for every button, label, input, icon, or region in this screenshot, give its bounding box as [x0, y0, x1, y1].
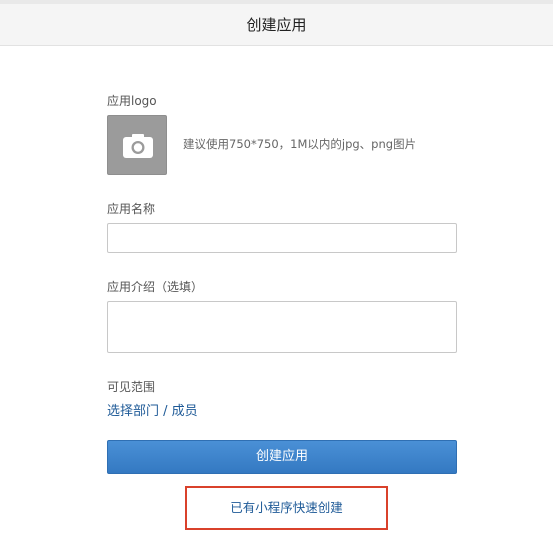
- logo-upload-button[interactable]: [107, 115, 167, 175]
- create-app-page: 创建应用 应用logo 建议使用750*750，1M以内的jpg、png图片 应…: [0, 0, 553, 555]
- app-description-label: 应用介绍（选填）: [107, 280, 204, 294]
- camera-icon: [123, 134, 153, 158]
- logo-hint: 建议使用750*750，1M以内的jpg、png图片: [183, 137, 417, 151]
- quick-create-miniapp-link[interactable]: 已有小程序快速创建: [187, 488, 386, 528]
- create-app-button[interactable]: 创建应用: [107, 440, 457, 474]
- visibility-label: 可见范围: [107, 380, 156, 394]
- logo-label: 应用logo: [107, 94, 157, 108]
- app-name-input[interactable]: [107, 223, 457, 253]
- miniapp-highlight-box: 已有小程序快速创建: [185, 486, 388, 530]
- page-title: 创建应用: [246, 16, 307, 34]
- select-members-link[interactable]: 选择部门 / 成员: [107, 403, 198, 421]
- header-bar: 创建应用: [0, 0, 553, 46]
- app-description-textarea[interactable]: [107, 301, 457, 353]
- app-name-label: 应用名称: [107, 202, 156, 216]
